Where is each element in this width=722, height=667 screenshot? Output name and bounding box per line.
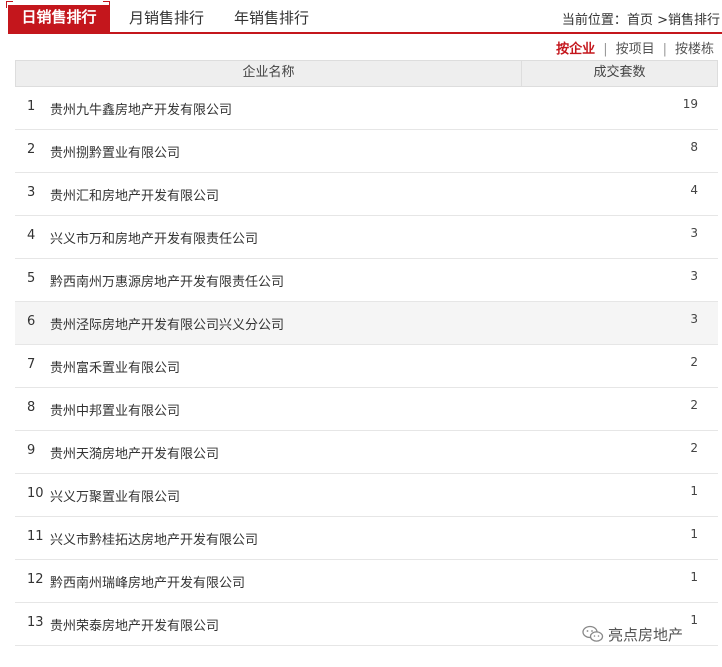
row-rank: 11 xyxy=(27,529,44,544)
column-header-company: 企业名称 xyxy=(16,61,522,86)
breadcrumb: 当前位置：首页 >销售排行 xyxy=(562,9,720,28)
row-deal-count: 2 xyxy=(690,398,698,412)
row-rank: 4 xyxy=(27,228,36,243)
row-company-name: 贵州泾际房地产开发有限公司兴义分公司 xyxy=(50,318,285,333)
row-company-name: 兴义市万和房地产开发有限责任公司 xyxy=(50,232,259,247)
sort-separator: | xyxy=(603,42,608,57)
table-row: 8 贵州中邦置业有限公司 2 xyxy=(15,388,718,431)
row-company-name: 贵州荣泰房地产开发有限公司 xyxy=(50,619,220,634)
tab-monthly-sales[interactable]: 月销售排行 xyxy=(129,7,204,32)
row-company-name: 贵州汇和房地产开发有限公司 xyxy=(50,189,220,204)
row-deal-count: 1 xyxy=(690,613,698,627)
table-row: 9 贵州天漪房地产开发有限公司 2 xyxy=(15,431,718,474)
sort-by-company[interactable]: 按企业 xyxy=(556,42,595,57)
wechat-icon xyxy=(582,625,604,647)
row-company-name: 兴义万聚置业有限公司 xyxy=(50,490,181,505)
table-row: 2 贵州捌黔置业有限公司 8 xyxy=(15,130,718,173)
breadcrumb-prefix: 当前位置： xyxy=(561,13,627,28)
tab-daily-sales[interactable]: 日销售排行 xyxy=(8,5,110,34)
row-company-name: 贵州捌黔置业有限公司 xyxy=(50,146,181,161)
table-row: 11 兴义市黔桂拓达房地产开发有限公司 1 xyxy=(15,517,718,560)
tab-bar: 日销售排行 月销售排行 年销售排行 当前位置：首页 >销售排行 xyxy=(0,0,722,36)
watermark-text: 亮点房地产 xyxy=(608,626,684,644)
row-company-name: 贵州天漪房地产开发有限公司 xyxy=(50,447,220,462)
row-deal-count: 3 xyxy=(690,226,698,240)
row-company-name: 贵州九牛鑫房地产开发有限公司 xyxy=(50,103,233,118)
table-row: 3 贵州汇和房地产开发有限公司 4 xyxy=(15,173,718,216)
row-rank: 7 xyxy=(27,357,36,372)
sales-ranking-table: 企业名称 成交套数 1 贵州九牛鑫房地产开发有限公司 19 2 贵州捌黔置业有限公司 8 3… xyxy=(15,60,718,646)
sort-options: 按企业 | 按项目 | 按楼栋 xyxy=(556,38,714,57)
row-deal-count: 19 xyxy=(682,97,698,111)
table-header: 企业名称 成交套数 xyxy=(15,60,718,87)
table-body: 1 贵州九牛鑫房地产开发有限公司 19 2 贵州捌黔置业有限公司 8 3 贵州汇和房地产开发有… xyxy=(15,87,718,646)
table-row: 10 兴义万聚置业有限公司 1 xyxy=(15,474,718,517)
row-deal-count: 2 xyxy=(690,355,698,369)
breadcrumb-home-link[interactable]: 首页 xyxy=(627,13,653,28)
table-row: 4 兴义市万和房地产开发有限责任公司 3 xyxy=(15,216,718,259)
row-rank: 10 xyxy=(27,486,44,501)
watermark: 亮点房地产 xyxy=(582,624,683,646)
table-row: 5 黔西南州万惠源房地产开发有限责任公司 3 xyxy=(15,259,718,302)
table-row: 12 黔西南州瑞峰房地产开发有限公司 1 xyxy=(15,560,718,603)
row-deal-count: 4 xyxy=(690,183,698,197)
row-company-name: 贵州中邦置业有限公司 xyxy=(50,404,181,419)
row-rank: 9 xyxy=(27,443,36,458)
tab-yearly-sales[interactable]: 年销售排行 xyxy=(234,7,309,32)
row-rank: 8 xyxy=(27,400,36,415)
row-rank: 1 xyxy=(27,99,36,114)
row-rank: 6 xyxy=(27,314,36,329)
row-company-name: 黔西南州万惠源房地产开发有限责任公司 xyxy=(50,275,285,290)
breadcrumb-separator: > xyxy=(652,13,668,28)
sort-separator: | xyxy=(662,42,667,57)
breadcrumb-current[interactable]: 销售排行 xyxy=(668,13,720,28)
sort-by-project[interactable]: 按项目 xyxy=(616,42,655,57)
row-deal-count: 2 xyxy=(690,441,698,455)
row-deal-count: 8 xyxy=(690,140,698,154)
row-deal-count: 1 xyxy=(690,527,698,541)
tab-underline xyxy=(8,32,722,34)
table-row: 1 贵州九牛鑫房地产开发有限公司 19 xyxy=(15,87,718,130)
row-deal-count: 1 xyxy=(690,570,698,584)
row-rank: 3 xyxy=(27,185,36,200)
row-company-name: 兴义市黔桂拓达房地产开发有限公司 xyxy=(50,533,259,548)
row-deal-count: 3 xyxy=(690,269,698,283)
row-rank: 13 xyxy=(27,615,44,630)
table-row: 6 贵州泾际房地产开发有限公司兴义分公司 3 xyxy=(15,302,718,345)
row-deal-count: 1 xyxy=(690,484,698,498)
row-rank: 2 xyxy=(27,142,36,157)
row-rank: 5 xyxy=(27,271,36,286)
row-deal-count: 3 xyxy=(690,312,698,326)
table-row: 7 贵州富禾置业有限公司 2 xyxy=(15,345,718,388)
row-company-name: 黔西南州瑞峰房地产开发有限公司 xyxy=(50,576,246,591)
row-company-name: 贵州富禾置业有限公司 xyxy=(50,361,181,376)
row-rank: 12 xyxy=(27,572,44,587)
column-header-count: 成交套数 xyxy=(593,65,646,80)
sort-by-building[interactable]: 按楼栋 xyxy=(675,42,714,57)
